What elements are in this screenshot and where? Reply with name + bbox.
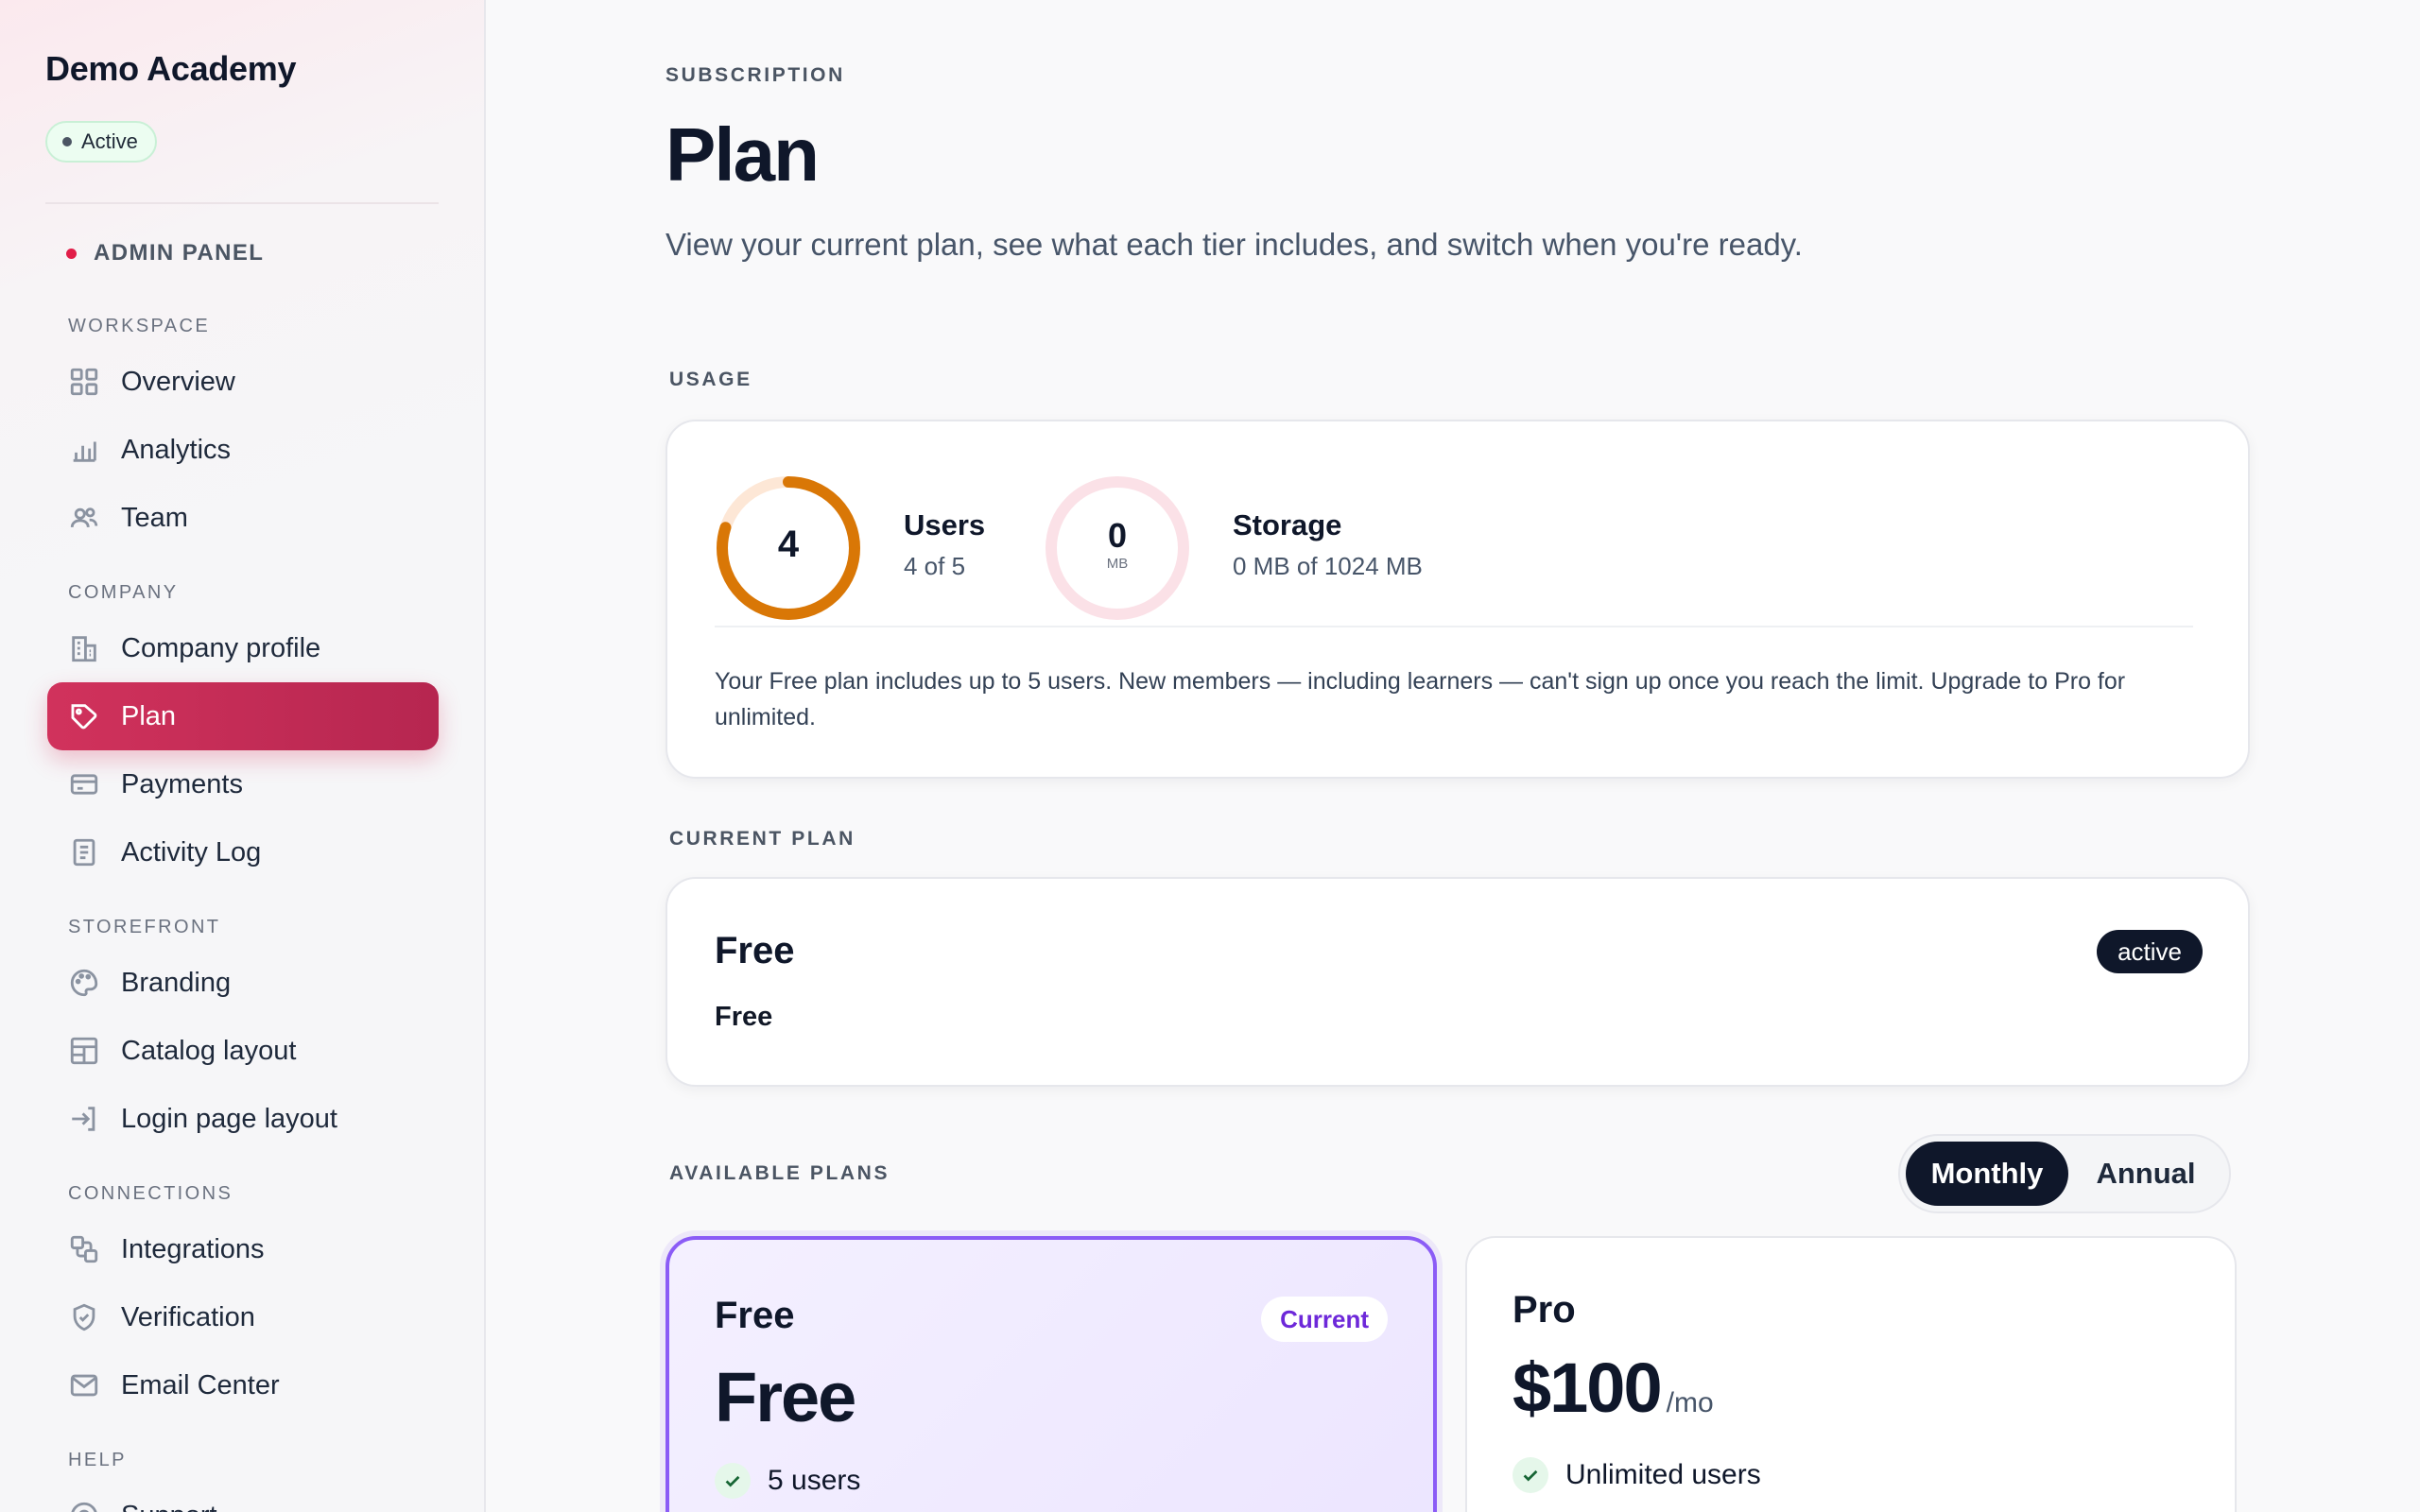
current-plan-name: Free [715,930,795,971]
sidebar-item-label: Integrations [121,1233,265,1264]
sidebar-item-label: Plan [121,700,177,731]
plan-card-pro[interactable]: Pro $100/mo Unlimited users [1465,1236,2237,1512]
sidebar-item-integrations[interactable]: Integrations [47,1215,439,1283]
sidebar-item-label: Email Center [121,1369,280,1400]
sidebar-item-label: Support [121,1501,217,1512]
sidebar-item-plan[interactable]: Plan [47,682,439,750]
available-plans-section-label: AVAILABLE PLANS [669,1162,890,1184]
storage-title: Storage [1233,508,1342,541]
sidebar-item-overview[interactable]: Overview [47,348,439,416]
building-icon [72,636,96,662]
status-badge-label: Active [81,129,138,153]
credit-card-icon [70,774,98,795]
sidebar-item-label: Branding [121,967,232,998]
admin-panel-label: ADMIN PANEL [66,240,264,266]
billing-period-toggle: Monthly Annual [1898,1134,2231,1213]
admin-dot-icon [66,248,77,259]
grid-icon [70,368,98,396]
nav-group-connections: CONNECTIONS [68,1183,233,1204]
billing-monthly-option[interactable]: Monthly [1906,1142,2068,1206]
plan-feature: Unlimited users [1512,1457,1761,1493]
nav-group-workspace: WORKSPACE [68,316,211,336]
usage-card: 4 Users 4 of 5 0 MB Storage 0 MB of 1024… [666,420,2250,779]
plan-card-name: Free [715,1295,795,1336]
mail-icon [70,1374,98,1397]
nav-group-company: COMPANY [68,582,179,603]
users-title: Users [904,508,986,541]
sidebar-item-email-center[interactable]: Email Center [47,1351,439,1419]
sidebar-item-payments[interactable]: Payments [47,750,439,818]
plan-status-badge: active [2097,930,2203,973]
plan-card-free[interactable]: Free Current Free 5 users [666,1236,1437,1512]
sidebar-item-support[interactable]: Support [47,1482,439,1512]
plan-card-name: Pro [1512,1289,1576,1331]
login-icon [72,1107,95,1131]
check-icon [715,1463,751,1499]
status-dot-icon [62,137,72,146]
current-badge: Current [1261,1297,1388,1342]
nav-group-help: HELP [68,1450,127,1470]
document-icon [73,838,95,867]
sidebar-item-verification[interactable]: Verification [47,1283,439,1351]
sidebar-item-label: Catalog layout [121,1035,297,1066]
billing-annual-option[interactable]: Annual [2068,1142,2223,1206]
palette-icon [70,969,98,997]
help-circle-icon [71,1502,97,1512]
shield-check-icon [73,1303,95,1332]
users-count: 4 [777,524,800,565]
check-icon [1512,1457,1548,1493]
sidebar: Demo Academy Active ADMIN PANEL WORKSPAC… [0,0,486,1512]
sidebar-item-label: Analytics [121,434,232,465]
usage-note: Your Free plan includes up to 5 users. N… [715,668,2126,730]
sidebar-item-label: Overview [121,366,235,397]
usage-divider [715,626,2193,627]
sidebar-item-label: Payments [121,768,243,799]
sidebar-item-catalog-layout[interactable]: Catalog layout [47,1017,439,1085]
sidebar-item-branding[interactable]: Branding [47,949,439,1017]
plan-card-price: $100/mo [1512,1349,1714,1427]
sidebar-item-label: Team [121,502,188,533]
sidebar-item-activity-log[interactable]: Activity Log [47,818,439,886]
brand-name: Demo Academy [45,49,297,88]
status-badge: Active [45,121,157,163]
plan-feature: 5 users [715,1463,860,1499]
sidebar-item-team[interactable]: Team [47,484,439,552]
current-plan-price: Free [715,1002,773,1032]
bar-chart-icon [73,441,96,462]
nav-group-storefront: STOREFRONT [68,917,221,937]
sidebar-item-login-page-layout[interactable]: Login page layout [47,1085,439,1153]
sidebar-item-label: Activity Log [121,836,262,868]
storage-detail: 0 MB of 1024 MB [1233,552,1423,580]
storage-unit: MB [1106,556,1129,572]
current-plan-card: Free Free active [666,877,2250,1087]
sidebar-item-analytics[interactable]: Analytics [47,416,439,484]
sidebar-item-label: Company profile [121,632,321,663]
plan-card-price: Free [715,1358,856,1436]
users-detail: 4 of 5 [904,552,966,580]
page-title: Plan [666,112,820,197]
layout-icon [70,1037,98,1065]
sidebar-item-company-profile[interactable]: Company profile [47,614,439,682]
sidebar-divider [45,202,439,204]
price-period: /mo [1666,1387,1714,1418]
tag-icon [71,704,97,730]
storage-value: 0 [1107,516,1128,555]
users-icon [70,507,98,528]
main-content: SUBSCRIPTION Plan View your current plan… [486,0,2420,1512]
usage-section-label: USAGE [669,369,752,390]
sidebar-item-label: Verification [121,1301,255,1332]
current-plan-section-label: CURRENT PLAN [669,828,856,850]
page-description: View your current plan, see what each ti… [666,227,1803,262]
integrations-icon [70,1235,98,1263]
sidebar-item-label: Login page layout [121,1103,337,1134]
page-eyebrow: SUBSCRIPTION [666,64,845,86]
